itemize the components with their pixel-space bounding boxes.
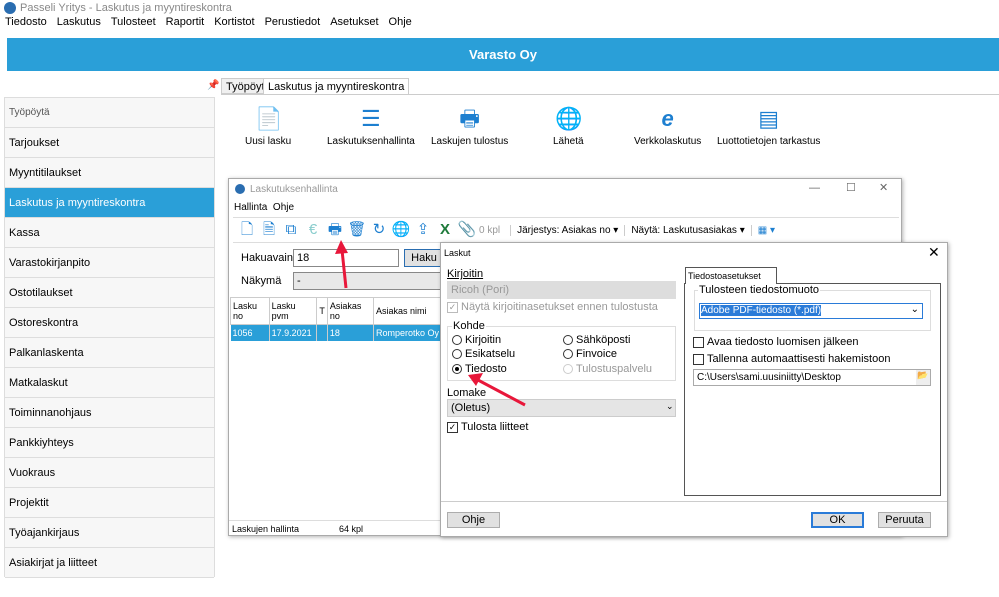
arrow-to-tiedosto [477,378,526,407]
annotation-arrows [335,240,526,407]
arrow-to-print-icon [340,249,348,289]
arrow-head [335,240,348,254]
tab-file-settings[interactable]: Tiedostoasetukset [685,267,777,284]
arrow-head [468,373,483,386]
